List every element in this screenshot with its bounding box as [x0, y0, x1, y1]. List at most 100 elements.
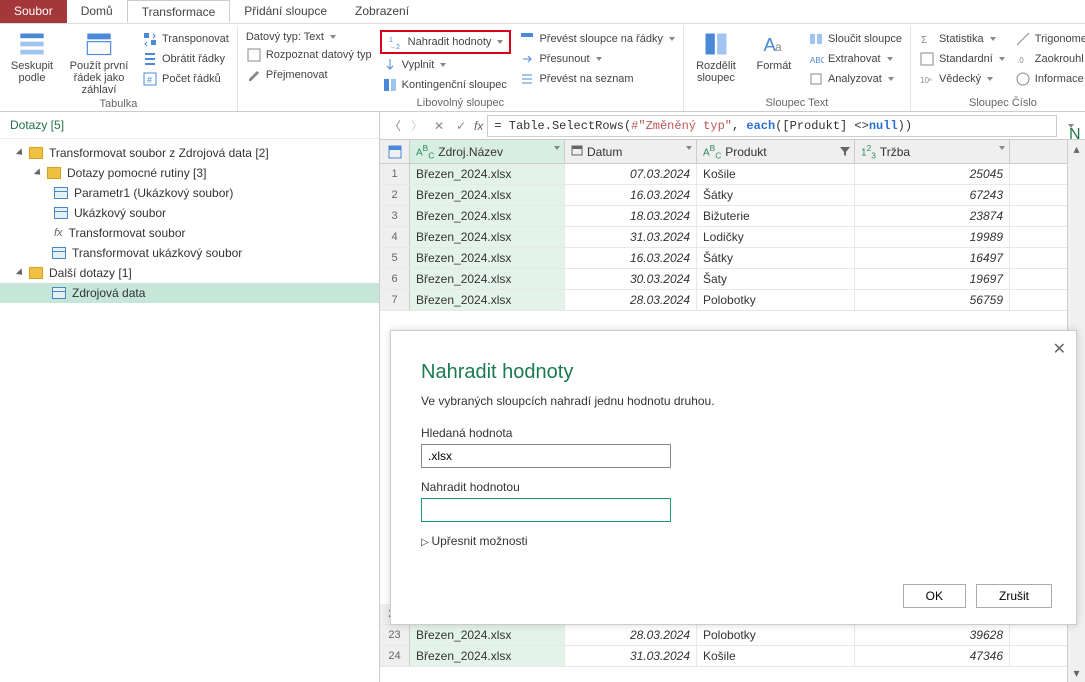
nav-prev-button[interactable]: 〈 — [386, 117, 404, 135]
cell-name[interactable]: Březen_2024.xlsx — [410, 164, 565, 184]
table-row[interactable]: 7Březen_2024.xlsx28.03.2024Polobotky5675… — [380, 290, 1067, 311]
cell-name[interactable]: Březen_2024.xlsx — [410, 269, 565, 289]
cell-sale[interactable]: 25045 — [855, 164, 1010, 184]
table-menu-button[interactable] — [380, 140, 410, 163]
query-transform-file[interactable]: fxTransformovat soubor — [0, 223, 379, 243]
groupby-button[interactable]: Seskupit podle — [6, 28, 58, 96]
cell-product[interactable]: Košile — [697, 164, 855, 184]
split-column-button[interactable]: Rozdělit sloupec — [690, 28, 742, 95]
chevron-down-icon[interactable] — [554, 146, 560, 150]
query-group-transform[interactable]: Transformovat soubor z Zdrojová data [2] — [0, 143, 379, 163]
cell-date[interactable]: 31.03.2024 — [565, 646, 697, 666]
find-input[interactable] — [421, 444, 671, 468]
cell-name[interactable]: Březen_2024.xlsx — [410, 227, 565, 247]
query-sample-file[interactable]: Ukázkový soubor — [0, 203, 379, 223]
firstrow-header-button[interactable]: Použít první řádek jako záhlaví — [64, 28, 134, 96]
cell-date[interactable]: 28.03.2024 — [565, 625, 697, 645]
datatype-dropdown[interactable]: Datový typ: Text — [244, 30, 374, 44]
move-button[interactable]: Přesunout — [517, 50, 677, 68]
tab-addcolumn[interactable]: Přidání sloupce — [230, 0, 341, 23]
merge-columns-button[interactable]: Sloučit sloupce — [806, 30, 904, 48]
table-row[interactable]: 3Březen_2024.xlsx18.03.2024Bižuterie2387… — [380, 206, 1067, 227]
table-row[interactable]: 24Březen_2024.xlsx31.03.2024Košile47346 — [380, 646, 1067, 667]
formula-input[interactable]: = Table.SelectRows(#"Změněný typ", each … — [487, 115, 1057, 137]
unpivot-button[interactable]: Převést sloupce na řádky — [517, 30, 677, 48]
tab-view[interactable]: Zobrazení — [341, 0, 423, 23]
cell-date[interactable]: 30.03.2024 — [565, 269, 697, 289]
table-row[interactable]: 4Březen_2024.xlsx31.03.2024Lodičky19989 — [380, 227, 1067, 248]
ok-button[interactable]: OK — [903, 584, 966, 608]
replace-values-button[interactable]: 1→2Nahradit hodnoty — [380, 30, 512, 54]
cell-date[interactable]: 18.03.2024 — [565, 206, 697, 226]
cell-date[interactable]: 07.03.2024 — [565, 164, 697, 184]
tab-transform[interactable]: Transformace — [127, 0, 231, 23]
cell-product[interactable]: Košile — [697, 646, 855, 666]
chevron-down-icon[interactable] — [999, 146, 1005, 150]
cell-sale[interactable]: 16497 — [855, 248, 1010, 268]
tab-file[interactable]: Soubor — [0, 0, 67, 23]
cell-product[interactable]: Šátky — [697, 185, 855, 205]
cell-product[interactable]: Polobotky — [697, 625, 855, 645]
cell-name[interactable]: Březen_2024.xlsx — [410, 646, 565, 666]
cell-sale[interactable]: 56759 — [855, 290, 1010, 310]
table-row[interactable]: 1Březen_2024.xlsx07.03.2024Košile25045 — [380, 164, 1067, 185]
cell-date[interactable]: 31.03.2024 — [565, 227, 697, 247]
query-source-data[interactable]: Zdrojová data — [0, 283, 379, 303]
to-list-button[interactable]: Převést na seznam — [517, 70, 677, 88]
column-header-product[interactable]: ABCProdukt — [697, 140, 855, 163]
trig-button[interactable]: Trigonome — [1013, 30, 1085, 48]
queries-title[interactable]: Dotazy [5] — [0, 112, 379, 139]
table-row[interactable]: 6Březen_2024.xlsx30.03.2024Šaty19697 — [380, 269, 1067, 290]
close-button[interactable]: ✕ — [1053, 339, 1066, 359]
cancel-formula-button[interactable]: ✕ — [430, 117, 448, 135]
cell-sale[interactable]: 47346 — [855, 646, 1010, 666]
standard-button[interactable]: Standardní — [917, 50, 1007, 68]
cell-product[interactable]: Bižuterie — [697, 206, 855, 226]
advanced-options-toggle[interactable]: Upřesnit možnosti — [421, 534, 1046, 548]
cell-name[interactable]: Březen_2024.xlsx — [410, 206, 565, 226]
detect-type-button[interactable]: Rozpoznat datový typ — [244, 46, 374, 64]
replace-input[interactable] — [421, 498, 671, 522]
cell-product[interactable]: Šátky — [697, 248, 855, 268]
cell-name[interactable]: Březen_2024.xlsx — [410, 248, 565, 268]
query-group-helper[interactable]: Dotazy pomocné rutiny [3] — [0, 163, 379, 183]
transpose-button[interactable]: Transponovat — [140, 30, 231, 48]
column-header-name[interactable]: ABCZdroj.Název — [410, 140, 565, 163]
tab-home[interactable]: Domů — [67, 0, 127, 23]
cell-date[interactable]: 16.03.2024 — [565, 248, 697, 268]
table-row[interactable]: 2Březen_2024.xlsx16.03.2024Šátky67243 — [380, 185, 1067, 206]
query-transform-sample[interactable]: Transformovat ukázkový soubor — [0, 243, 379, 263]
cell-date[interactable]: 16.03.2024 — [565, 185, 697, 205]
cell-name[interactable]: Březen_2024.xlsx — [410, 625, 565, 645]
cell-sale[interactable]: 19697 — [855, 269, 1010, 289]
cell-product[interactable]: Šaty — [697, 269, 855, 289]
query-parameter1[interactable]: Parametr1 (Ukázkový soubor) — [0, 183, 379, 203]
reverse-rows-button[interactable]: Obrátit řádky — [140, 50, 231, 68]
round-button[interactable]: .0Zaokrouhl — [1013, 50, 1085, 68]
count-rows-button[interactable]: #Počet řádků — [140, 70, 231, 88]
scientific-button[interactable]: 10ⁿVědecký — [917, 70, 1007, 88]
cell-sale[interactable]: 19989 — [855, 227, 1010, 247]
cell-sale[interactable]: 39628 — [855, 625, 1010, 645]
cell-date[interactable]: 28.03.2024 — [565, 290, 697, 310]
statistics-button[interactable]: ΣStatistika — [917, 30, 1007, 48]
cell-sale[interactable]: 67243 — [855, 185, 1010, 205]
cell-name[interactable]: Březen_2024.xlsx — [410, 290, 565, 310]
cell-product[interactable]: Lodičky — [697, 227, 855, 247]
table-row[interactable]: 5Březen_2024.xlsx16.03.2024Šátky16497 — [380, 248, 1067, 269]
format-button[interactable]: Aa Formát — [748, 28, 800, 95]
query-group-other[interactable]: Další dotazy [1] — [0, 263, 379, 283]
cell-name[interactable]: Březen_2024.xlsx — [410, 185, 565, 205]
cancel-button[interactable]: Zrušit — [976, 584, 1052, 608]
cell-sale[interactable]: 23874 — [855, 206, 1010, 226]
column-header-date[interactable]: Datum — [565, 140, 697, 163]
info-button[interactable]: Informace — [1013, 70, 1085, 88]
extract-button[interactable]: ABCExtrahovat — [806, 50, 904, 68]
pivot-button[interactable]: Kontingenční sloupec — [380, 76, 512, 94]
chevron-down-icon[interactable] — [686, 146, 692, 150]
nav-next-button[interactable]: 〉 — [408, 117, 426, 135]
table-row[interactable]: 23Březen_2024.xlsx28.03.2024Polobotky396… — [380, 625, 1067, 646]
parse-button[interactable]: Analyzovat — [806, 70, 904, 88]
cell-product[interactable]: Polobotky — [697, 290, 855, 310]
commit-formula-button[interactable]: ✓ — [452, 117, 470, 135]
